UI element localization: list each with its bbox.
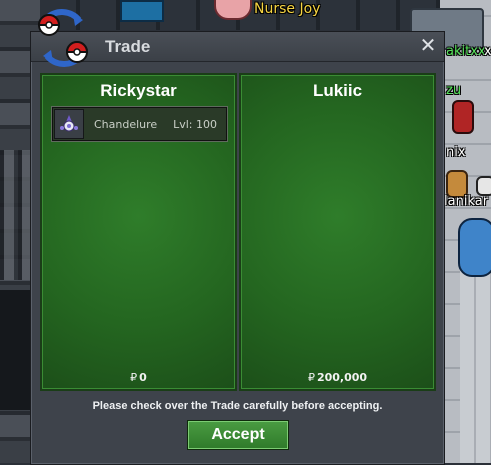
chandelure-sprite-icon [54,109,84,139]
player-nametag[interactable]: nix [446,145,466,160]
map-object [120,0,164,22]
player-sprite[interactable] [476,176,491,196]
npc-nametag[interactable]: Nurse Joy [254,1,320,17]
money-amount: 0 [139,371,147,384]
currency-symbol: ₽ [307,371,315,384]
item-name: Chandelure [94,117,158,131]
player-sprite[interactable] [458,218,491,277]
player-nametag[interactable]: akitxx [446,44,486,59]
window-title: Trade [105,37,151,56]
trader-name: Rickystar [100,81,177,100]
trade-window: Trade ✕ Rickystar Chandelure Lvl: 100 ₽0… [30,31,445,465]
item-level: Lvl: 100 [173,117,217,131]
currency-symbol: ₽ [130,371,138,384]
trade-notice: Please check over the Trade carefully be… [92,400,383,412]
npc-sprite[interactable] [214,0,252,20]
player-nametag[interactable]: lanikar [444,194,488,209]
money-offer: ₽0 [42,371,235,384]
close-icon[interactable]: ✕ [418,35,438,55]
player-nametag[interactable]: x [484,44,491,59]
trade-panel-left: Rickystar Chandelure Lvl: 100 ₽0 [40,73,237,391]
money-amount: 200,000 [316,371,368,384]
player-sprite[interactable] [452,100,474,134]
trader-name: Lukiic [312,81,363,100]
player-nametag[interactable]: zu [446,83,461,98]
trade-panel-right: Lukiic ₽200,000 [239,73,436,391]
pokeball-trade-icon [37,9,89,67]
money-offer: ₽200,000 [241,371,434,384]
trade-item-row[interactable]: Chandelure Lvl: 100 [51,106,228,142]
accept-button[interactable]: Accept [187,420,289,450]
